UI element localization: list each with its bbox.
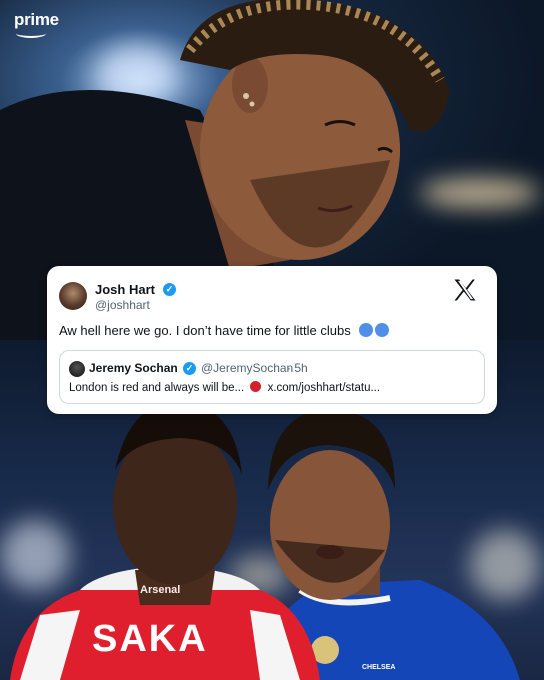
jersey-player-name: SAKA	[92, 618, 208, 660]
quoted-tweet[interactable]: Jeremy Sochan ✓ @JeremySochan · 5h Londo…	[59, 350, 485, 404]
quoted-timestamp: · 5h	[287, 361, 308, 375]
quoted-text: London is red and always will be... x.co…	[69, 381, 380, 394]
quoted-link[interactable]: x.com/joshhart/statu...	[268, 382, 381, 394]
tweet-text: Aw hell here we go. I don’t have time fo…	[59, 323, 390, 338]
quoted-author-handle[interactable]: @JeremySochan	[201, 361, 293, 375]
prime-logo: prime	[14, 10, 59, 38]
x-logo-icon[interactable]	[451, 276, 479, 304]
chelsea-crest-text: CHELSEA	[362, 664, 396, 671]
blue-circle-emoji-icon	[375, 323, 390, 337]
prime-logo-text: prime	[14, 10, 59, 29]
verified-badge-icon: ✓	[163, 283, 176, 296]
jersey-sponsor-text: Arsenal	[140, 584, 181, 596]
blue-circle-emoji-icon	[359, 323, 374, 337]
prime-smile-icon	[16, 29, 46, 38]
author-avatar[interactable]	[59, 282, 87, 310]
tweet-body: Aw hell here we go. I don’t have time fo…	[59, 323, 351, 338]
quoted-verified-badge-icon: ✓	[183, 362, 196, 375]
quoted-body: London is red and always will be...	[69, 382, 245, 394]
author-name[interactable]: Josh Hart	[95, 282, 155, 297]
tweet-card[interactable]: Josh Hart ✓ @joshhart Aw hell here we go…	[47, 266, 497, 414]
quoted-author-name[interactable]: Jeremy Sochan	[89, 361, 178, 375]
quoted-author-avatar[interactable]	[69, 361, 85, 377]
author-handle[interactable]: @joshhart	[95, 298, 150, 312]
red-circle-emoji-icon	[250, 381, 262, 392]
